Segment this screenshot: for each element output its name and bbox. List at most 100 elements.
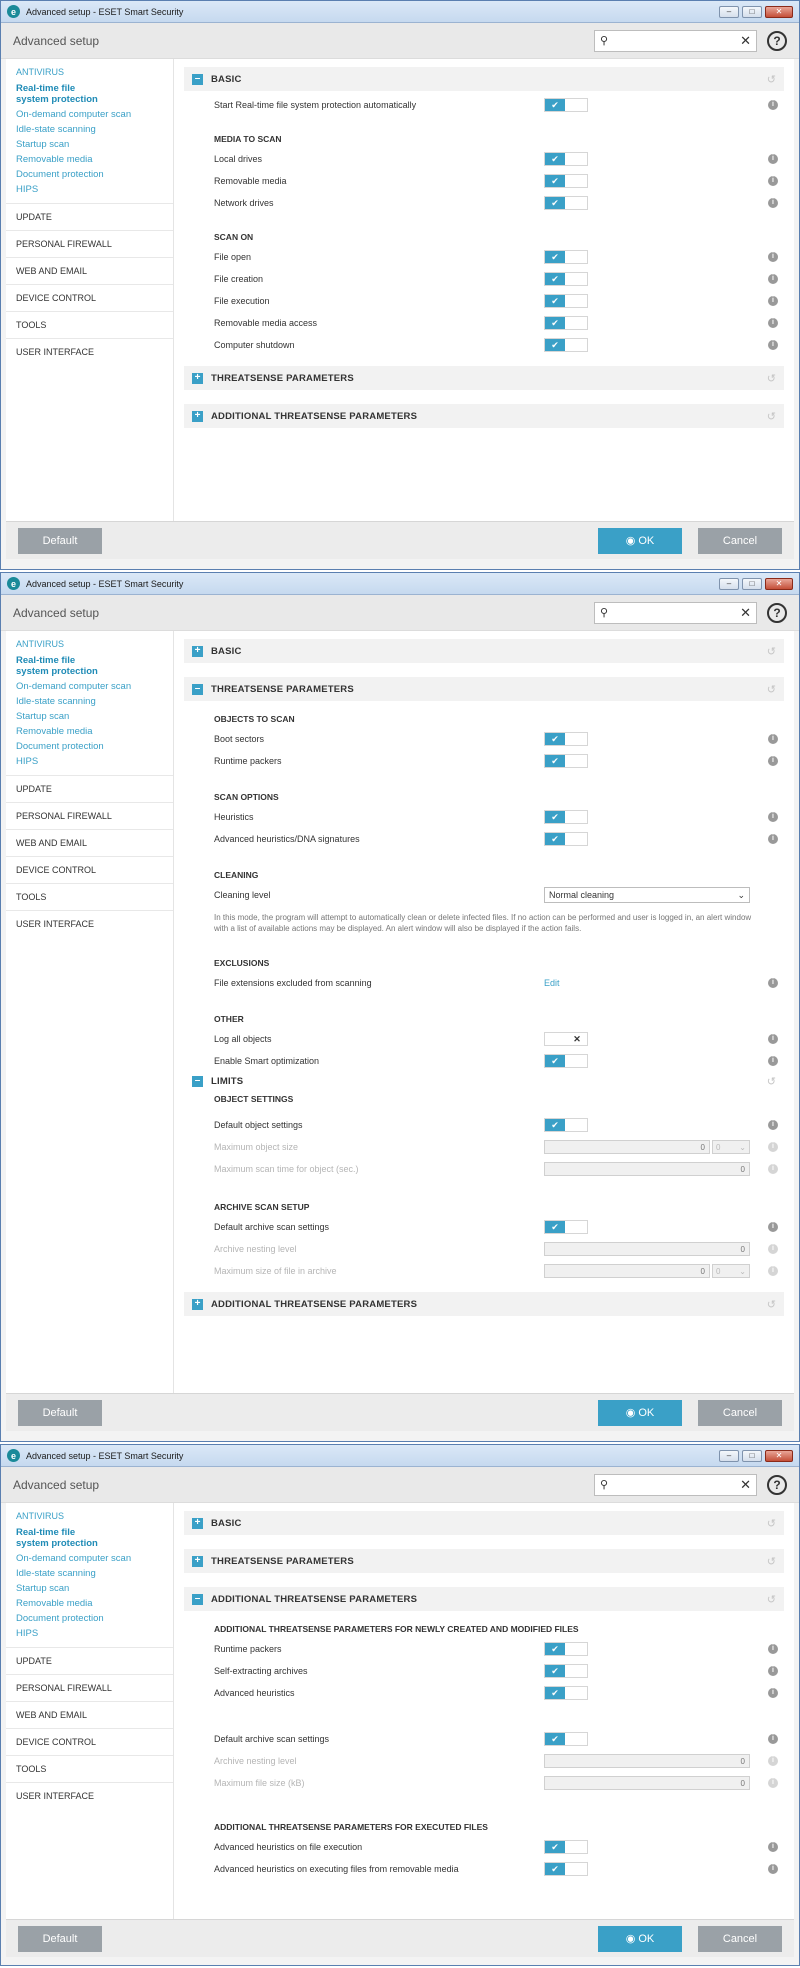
revert-icon[interactable]: ↺ xyxy=(767,372,776,385)
sidebar-item-web-email[interactable]: WEB AND EMAIL xyxy=(6,257,173,284)
cleaning-level-select[interactable]: Normal cleaning ⌄ xyxy=(544,887,750,903)
sidebar-item-document[interactable]: Document protection xyxy=(6,167,173,182)
info-icon[interactable]: i xyxy=(768,1120,778,1130)
sidebar-item-removable[interactable]: Removable media xyxy=(6,1596,173,1611)
sidebar-item-document[interactable]: Document protection xyxy=(6,1611,173,1626)
sidebar-item-document[interactable]: Document protection xyxy=(6,739,173,754)
section-basic[interactable]: + BASIC ↺ xyxy=(184,639,784,663)
toggle-switch[interactable]: ✔ xyxy=(544,152,588,166)
search-input[interactable] xyxy=(612,34,741,47)
revert-icon[interactable]: ↺ xyxy=(767,1593,776,1606)
info-icon[interactable]: i xyxy=(768,1056,778,1066)
expand-icon[interactable]: + xyxy=(192,1555,203,1567)
toggle-switch[interactable]: ✔ xyxy=(544,1686,588,1700)
clear-search-icon[interactable]: ✕ xyxy=(740,1477,751,1493)
search-input[interactable] xyxy=(612,606,741,619)
help-icon[interactable]: ? xyxy=(767,30,787,51)
max-file-size-field[interactable]: 0 xyxy=(544,1776,750,1790)
section-limits[interactable]: – LIMITS ↺ xyxy=(184,1072,784,1090)
ok-button[interactable]: ◉ OK xyxy=(598,527,682,554)
max-object-size-field[interactable]: 0 xyxy=(544,1140,710,1154)
sidebar-item-realtime[interactable]: Real-time file system protection xyxy=(6,81,116,107)
info-icon[interactable]: i xyxy=(768,154,778,164)
sidebar-item-tools[interactable]: TOOLS xyxy=(6,311,173,338)
section-basic[interactable]: – BASIC ↺ xyxy=(184,67,784,91)
info-icon[interactable]: i xyxy=(768,176,778,186)
info-icon[interactable]: i xyxy=(768,100,778,110)
sidebar-item-update[interactable]: UPDATE xyxy=(6,1647,173,1674)
toggle-switch[interactable]: ✔ xyxy=(544,1118,588,1132)
nesting-level-field[interactable]: 0 xyxy=(544,1754,750,1768)
sidebar-item-user-interface[interactable]: USER INTERFACE xyxy=(6,1782,173,1809)
help-icon[interactable]: ? xyxy=(767,1474,787,1495)
toggle-switch[interactable]: ✔ xyxy=(544,754,588,768)
sidebar-item-ondemand[interactable]: On-demand computer scan xyxy=(6,107,173,122)
toggle-switch[interactable]: ✕ xyxy=(544,1032,588,1046)
toggle-switch[interactable]: ✔ xyxy=(544,174,588,188)
default-button[interactable]: Default xyxy=(18,1925,102,1952)
info-icon[interactable]: i xyxy=(768,318,778,328)
info-icon[interactable]: i xyxy=(768,1666,778,1676)
info-icon[interactable]: i xyxy=(768,1644,778,1654)
sidebar-item-ondemand[interactable]: On-demand computer scan xyxy=(6,1551,173,1566)
close-window-button[interactable]: ✕ xyxy=(765,5,793,18)
sidebar-item-antivirus[interactable]: ANTIVIRUS xyxy=(6,59,173,81)
revert-icon[interactable]: ↺ xyxy=(767,1517,776,1530)
toggle-switch[interactable]: ✔ xyxy=(544,250,588,264)
sidebar-item-idle[interactable]: Idle-state scanning xyxy=(6,694,173,709)
toggle-switch[interactable]: ✔ xyxy=(544,98,588,112)
revert-icon[interactable]: ↺ xyxy=(767,73,776,86)
toggle-switch[interactable]: ✔ xyxy=(544,732,588,746)
default-button[interactable]: Default xyxy=(18,527,102,554)
collapse-icon[interactable]: – xyxy=(192,73,203,85)
info-icon[interactable]: i xyxy=(768,1842,778,1852)
info-icon[interactable]: i xyxy=(768,834,778,844)
maximize-button[interactable]: □ xyxy=(742,1449,762,1462)
unit-select[interactable]: 0 ⌄ xyxy=(712,1140,750,1154)
sidebar-item-firewall[interactable]: PERSONAL FIREWALL xyxy=(6,1674,173,1701)
sidebar-item-tools[interactable]: TOOLS xyxy=(6,883,173,910)
toggle-switch[interactable]: ✔ xyxy=(544,1732,588,1746)
toggle-switch[interactable]: ✔ xyxy=(544,196,588,210)
expand-icon[interactable]: + xyxy=(192,372,203,384)
sidebar-item-user-interface[interactable]: USER INTERFACE xyxy=(6,338,173,365)
sidebar-item-update[interactable]: UPDATE xyxy=(6,203,173,230)
sidebar-item-startup[interactable]: Startup scan xyxy=(6,137,173,152)
close-window-button[interactable]: ✕ xyxy=(765,577,793,590)
sidebar-item-antivirus[interactable]: ANTIVIRUS xyxy=(6,631,173,653)
toggle-switch[interactable]: ✔ xyxy=(544,272,588,286)
sidebar-item-web-email[interactable]: WEB AND EMAIL xyxy=(6,1701,173,1728)
toggle-switch[interactable]: ✔ xyxy=(544,1642,588,1656)
toggle-switch[interactable]: ✔ xyxy=(544,1840,588,1854)
search-box[interactable]: ⚲ ✕ xyxy=(594,29,757,52)
maximize-button[interactable]: □ xyxy=(742,5,762,18)
max-scan-time-field[interactable]: 0 xyxy=(544,1162,750,1176)
sidebar-item-device-control[interactable]: DEVICE CONTROL xyxy=(6,1728,173,1755)
collapse-icon[interactable]: – xyxy=(192,683,203,695)
toggle-switch[interactable]: ✔ xyxy=(544,294,588,308)
sidebar-item-hips[interactable]: HIPS xyxy=(6,754,173,769)
cancel-button[interactable]: Cancel xyxy=(698,1925,782,1952)
ok-button[interactable]: ◉ OK xyxy=(598,1399,682,1426)
default-button[interactable]: Default xyxy=(18,1399,102,1426)
sidebar-item-antivirus[interactable]: ANTIVIRUS xyxy=(6,1503,173,1525)
minimize-button[interactable]: – xyxy=(719,1449,739,1462)
toggle-switch[interactable]: ✔ xyxy=(544,1862,588,1876)
info-icon[interactable]: i xyxy=(768,978,778,988)
sidebar-item-tools[interactable]: TOOLS xyxy=(6,1755,173,1782)
toggle-switch[interactable]: ✔ xyxy=(544,1054,588,1068)
sidebar-item-firewall[interactable]: PERSONAL FIREWALL xyxy=(6,230,173,257)
collapse-icon[interactable]: – xyxy=(192,1075,203,1087)
sidebar-item-device-control[interactable]: DEVICE CONTROL xyxy=(6,284,173,311)
cancel-button[interactable]: Cancel xyxy=(698,527,782,554)
section-additional-threatsense[interactable]: – ADDITIONAL THREATSENSE PARAMETERS ↺ xyxy=(184,1587,784,1611)
close-window-button[interactable]: ✕ xyxy=(765,1449,793,1462)
sidebar-item-realtime[interactable]: Real-time file system protection xyxy=(6,1525,116,1551)
minimize-button[interactable]: – xyxy=(719,5,739,18)
search-input[interactable] xyxy=(612,1478,741,1491)
sidebar-item-idle[interactable]: Idle-state scanning xyxy=(6,122,173,137)
clear-search-icon[interactable]: ✕ xyxy=(740,605,751,621)
info-icon[interactable]: i xyxy=(768,198,778,208)
revert-icon[interactable]: ↺ xyxy=(767,1555,776,1568)
search-box[interactable]: ⚲ ✕ xyxy=(594,1473,757,1496)
